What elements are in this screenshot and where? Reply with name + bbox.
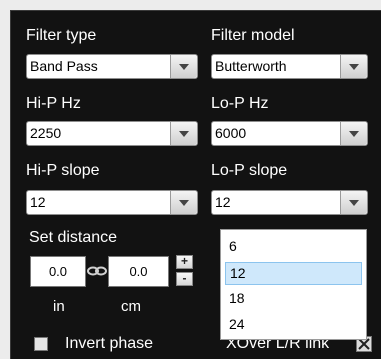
chain-link-icon	[87, 266, 107, 276]
chevron-down-icon	[179, 131, 189, 137]
chevron-down-icon	[179, 64, 189, 70]
chevron-down-icon	[349, 200, 359, 206]
filter-model-select[interactable]: Butterworth	[211, 54, 368, 79]
lop-slope-option-18[interactable]: 18	[225, 288, 362, 311]
invert-phase-checkbox[interactable]	[34, 337, 48, 351]
filter-model-dropdown-button[interactable]	[340, 55, 367, 78]
set-distance-label: Set distance	[29, 229, 118, 246]
chevron-down-icon	[349, 131, 359, 137]
hip-hz-label: Hi-P Hz	[26, 95, 81, 112]
lop-hz-dropdown-button[interactable]	[340, 122, 367, 145]
lop-slope-label: Lo-P slope	[211, 162, 288, 179]
lop-hz-select[interactable]: 6000	[211, 121, 368, 146]
lop-slope-select[interactable]: 12	[211, 190, 368, 215]
lop-slope-option-24[interactable]: 24	[225, 314, 362, 337]
hip-hz-value: 2250	[30, 125, 62, 141]
hip-slope-dropdown-button[interactable]	[170, 191, 197, 214]
filter-model-value: Butterworth	[215, 58, 287, 74]
filter-settings-panel: Filter type Filter model Band Pass Butte…	[10, 10, 381, 359]
lop-slope-dropdown-button[interactable]	[340, 191, 367, 214]
increment-button[interactable]: +	[176, 255, 193, 269]
chevron-down-icon	[349, 64, 359, 70]
lop-slope-value: 12	[215, 194, 231, 210]
distance-in-field[interactable]: 0.0	[30, 256, 86, 287]
hip-hz-dropdown-button[interactable]	[170, 122, 197, 145]
chevron-down-icon	[179, 200, 189, 206]
decrement-button[interactable]: -	[176, 272, 193, 286]
in-unit-label: in	[53, 298, 65, 315]
hip-slope-label: Hi-P slope	[26, 162, 100, 179]
lop-slope-options-list: 6 12 18 24	[220, 229, 367, 340]
cm-unit-label: cm	[121, 298, 141, 315]
filter-type-select[interactable]: Band Pass	[26, 54, 198, 79]
lop-slope-option-6[interactable]: 6	[225, 236, 362, 259]
invert-phase-label: Invert phase	[65, 335, 154, 352]
distance-cm-field[interactable]: 0.0	[108, 256, 169, 287]
lop-hz-label: Lo-P Hz	[211, 95, 269, 112]
hip-slope-value: 12	[30, 194, 46, 210]
lop-hz-value: 6000	[215, 125, 247, 141]
filter-type-label: Filter type	[26, 27, 97, 44]
filter-model-label: Filter model	[211, 27, 295, 44]
hip-hz-select[interactable]: 2250	[26, 121, 198, 146]
filter-type-value: Band Pass	[30, 58, 98, 74]
hip-slope-select[interactable]: 12	[26, 190, 198, 215]
filter-type-dropdown-button[interactable]	[170, 55, 197, 78]
lop-slope-option-12[interactable]: 12	[225, 262, 362, 285]
